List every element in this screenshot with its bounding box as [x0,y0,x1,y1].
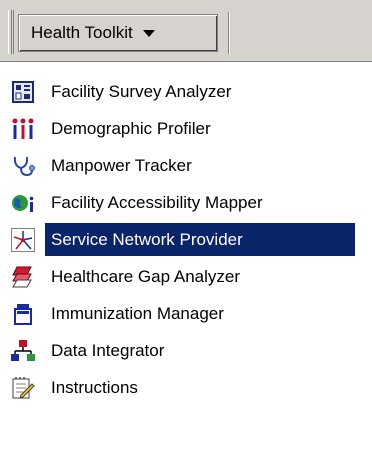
menu-item-demographic-profiler[interactable]: Demographic Profiler [1,111,372,146]
stethoscope-icon [11,154,35,178]
dropdown-arrow-icon [142,29,155,37]
menu-item-label: Healthcare Gap Analyzer [51,266,240,286]
menu-item-label: Manpower Tracker [51,155,192,175]
survey-grid-icon [11,80,35,104]
toolbar-separator [228,12,230,54]
menu-item-label: Instructions [51,377,138,397]
menu-item-immunization-manager[interactable]: Immunization Manager [1,296,372,331]
network-star-icon [11,227,35,252]
menu-item-label: Demographic Profiler [51,118,211,138]
menu-item-label: Data Integrator [51,340,165,360]
hierarchy-icon [11,339,35,363]
toolbar: Health Toolkit [0,0,372,62]
toolbar-grip[interactable] [8,10,14,54]
menu-item-service-network-provider[interactable]: Service Network Provider [1,222,372,257]
people-icon [11,117,35,141]
menu-item-label: Facility Accessibility Mapper [51,192,263,212]
health-toolkit-menu: Facility Survey Analyzer Demographic Pro… [0,62,372,449]
menu-item-label: Facility Survey Analyzer [51,81,232,101]
menu-item-manpower-tracker[interactable]: Manpower Tracker [1,148,372,183]
health-toolkit-dropdown-button[interactable]: Health Toolkit [18,14,218,52]
vial-icon [11,302,35,326]
menu-item-facility-accessibility-mapper[interactable]: Facility Accessibility Mapper [1,185,372,220]
menu-item-healthcare-gap-analyzer[interactable]: Healthcare Gap Analyzer [1,259,372,294]
menu-item-label: Service Network Provider [51,229,243,249]
globe-info-icon [11,191,35,215]
layers-gap-icon [11,265,35,289]
menu-item-facility-survey-analyzer[interactable]: Facility Survey Analyzer [1,74,372,109]
menu-item-instructions[interactable]: Instructions [1,370,372,405]
notepad-pencil-icon [11,376,35,400]
menu-item-label: Immunization Manager [51,303,224,323]
menu-item-data-integrator[interactable]: Data Integrator [1,333,372,368]
health-toolkit-label: Health Toolkit [31,23,133,42]
